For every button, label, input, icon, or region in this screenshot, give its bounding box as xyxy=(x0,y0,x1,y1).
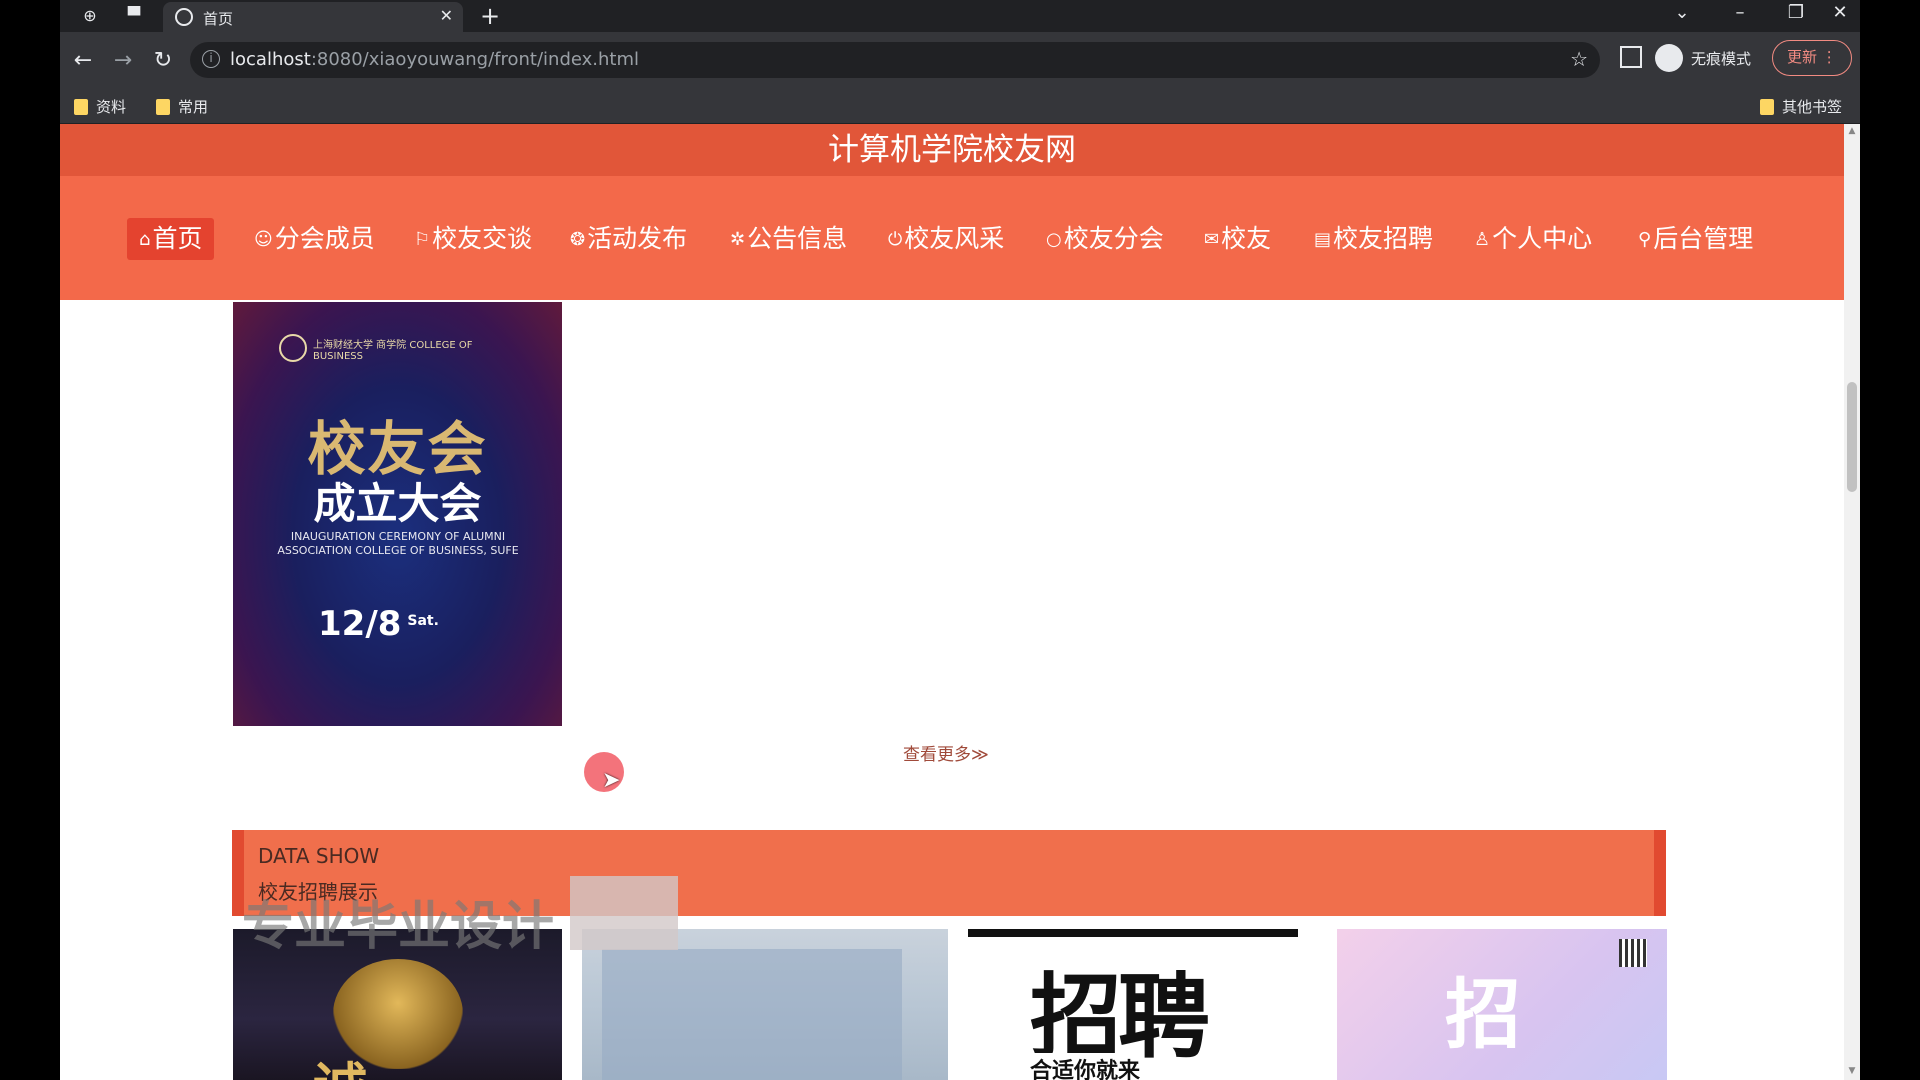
mail-icon: ✉ xyxy=(1204,229,1220,250)
card3-subtext: 合适你就来 xyxy=(1030,1053,1141,1080)
activity-icon: ❂ xyxy=(570,229,586,250)
nav-item-chat[interactable]: ⚐校友交谈 xyxy=(414,218,532,260)
main-nav: ⌂首页 ☺分会成员 ⚐校友交谈 ❂活动发布 ✲公告信息 ⏻校友风采 ○校友分会 … xyxy=(60,176,1844,300)
address-bar[interactable]: i localhost:8080/xiaoyouwang/front/index… xyxy=(190,42,1600,78)
banner-image[interactable]: 上海财经大学 商学院 COLLEGE OF BUSINESS 校友会 成立大会 … xyxy=(233,302,562,726)
home-icon: ⌂ xyxy=(139,229,151,250)
cursor-icon: ➤ xyxy=(602,768,621,793)
data-show-label-en: DATA SHOW xyxy=(258,844,380,868)
banner-subheadline: 成立大会 xyxy=(313,479,482,528)
globe-icon[interactable]: ⊕ xyxy=(78,4,102,28)
side-panel-icon[interactable] xyxy=(1620,46,1642,68)
incognito-indicator[interactable]: 无痕模式 xyxy=(1655,42,1751,74)
chevron-down-icon[interactable]: ⌄ xyxy=(1662,2,1702,23)
other-bookmarks[interactable]: 其他书签 xyxy=(1760,96,1842,117)
close-icon[interactable]: ✕ xyxy=(440,6,453,25)
banner-english: INAUGURATION CEREMONY OF ALUMNI ASSOCIAT… xyxy=(277,530,519,557)
bookmark-folder-1[interactable]: 资料 xyxy=(74,96,126,117)
restore-button[interactable]: ❐ xyxy=(1776,2,1816,23)
nav-item-admin[interactable]: ⚲后台管理 xyxy=(1638,218,1753,260)
nav-item-activity[interactable]: ❂活动发布 xyxy=(570,218,687,260)
tab-search-icon[interactable]: ▀ xyxy=(122,4,146,28)
folder-icon xyxy=(1760,98,1774,115)
scroll-down-icon[interactable]: ▼ xyxy=(1847,1066,1857,1076)
user-icon: ♙ xyxy=(1474,229,1491,250)
notice-icon: ✲ xyxy=(730,229,746,250)
link-icon: ⚲ xyxy=(1638,229,1652,250)
screen: ⊕ ▀ 首页 ✕ + ⌄ – ❐ ✕ ← → ↻ i localhost:808… xyxy=(60,0,1860,1080)
browser-toolbar: ← → ↻ i localhost:8080/xiaoyouwang/front… xyxy=(60,32,1860,88)
recruit-card-3[interactable]: 招聘 合适你就来 xyxy=(968,929,1298,1080)
folder-icon xyxy=(74,98,88,115)
card4-headline: 招 xyxy=(1445,970,1521,1059)
scroll-up-icon[interactable]: ▲ xyxy=(1847,126,1857,136)
back-button[interactable]: ← xyxy=(68,46,98,76)
overlay-caption: 专业毕业设计 xyxy=(242,897,555,957)
incognito-label: 无痕模式 xyxy=(1691,49,1752,68)
nav-item-home[interactable]: ⌂首页 xyxy=(127,218,215,260)
info-icon[interactable]: i xyxy=(202,50,220,68)
page-content: 计算机学院校友网 ⌂首页 ☺分会成员 ⚐校友交谈 ❂活动发布 ✲公告信息 ⏻校友… xyxy=(60,124,1860,1080)
document-icon: ▤ xyxy=(1314,229,1332,250)
circle-icon: ○ xyxy=(1046,229,1062,250)
tab-title: 首页 xyxy=(203,10,234,28)
power-icon: ⏻ xyxy=(888,229,903,250)
browser-tab-strip: ⊕ ▀ 首页 ✕ + ⌄ – ❐ ✕ xyxy=(60,0,1860,32)
banner-date: 12/8 Sat. xyxy=(318,604,439,644)
view-more-link[interactable]: 查看更多≫ xyxy=(903,740,989,765)
recruit-card-4[interactable]: 招 xyxy=(1337,929,1667,1080)
close-window-button[interactable]: ✕ xyxy=(1820,2,1860,23)
active-tab[interactable]: 首页 ✕ xyxy=(163,2,463,32)
bookmarks-bar: 资料 常用 其他书签 xyxy=(60,88,1860,124)
flag-icon: ⚐ xyxy=(414,229,431,250)
card1-text: 诚 xyxy=(313,1044,367,1080)
blurred-region xyxy=(570,876,678,950)
nav-item-style[interactable]: ⏻校友风采 xyxy=(888,218,1004,260)
reload-button[interactable]: ↻ xyxy=(148,46,178,76)
nav-item-recruit[interactable]: ▤校友招聘 xyxy=(1314,218,1433,260)
minimize-button[interactable]: – xyxy=(1720,2,1760,23)
url-text: localhost:8080/xiaoyouwang/front/index.h… xyxy=(230,49,640,70)
members-icon: ☺ xyxy=(254,229,273,250)
seal-icon xyxy=(279,334,307,362)
new-tab-button[interactable]: + xyxy=(480,2,500,30)
update-button[interactable]: 更新 ⋮ xyxy=(1772,40,1852,76)
recruit-card-2[interactable] xyxy=(582,929,948,1080)
globe-icon xyxy=(175,8,193,26)
star-icon[interactable]: ☆ xyxy=(1570,47,1588,71)
nav-item-personal[interactable]: ♙个人中心 xyxy=(1474,218,1592,260)
nav-item-members[interactable]: ☺分会成员 xyxy=(254,218,375,260)
incognito-icon xyxy=(1655,44,1683,72)
scrollbar-thumb[interactable] xyxy=(1847,382,1857,492)
folder-icon xyxy=(156,98,170,115)
scrollbar[interactable]: ▲ ▼ xyxy=(1844,124,1860,1080)
forward-button[interactable]: → xyxy=(108,46,138,76)
nav-item-branch[interactable]: ○校友分会 xyxy=(1046,218,1164,260)
card2-image xyxy=(602,949,902,1080)
bookmark-folder-2[interactable]: 常用 xyxy=(156,96,208,117)
college-logo: 上海财经大学 商学院 COLLEGE OF BUSINESS xyxy=(279,334,483,362)
qr-code-icon xyxy=(1619,939,1647,967)
nav-item-alumni[interactable]: ✉校友 xyxy=(1204,218,1271,260)
site-title: 计算机学院校友网 xyxy=(60,124,1844,176)
nav-item-notice[interactable]: ✲公告信息 xyxy=(730,218,847,260)
